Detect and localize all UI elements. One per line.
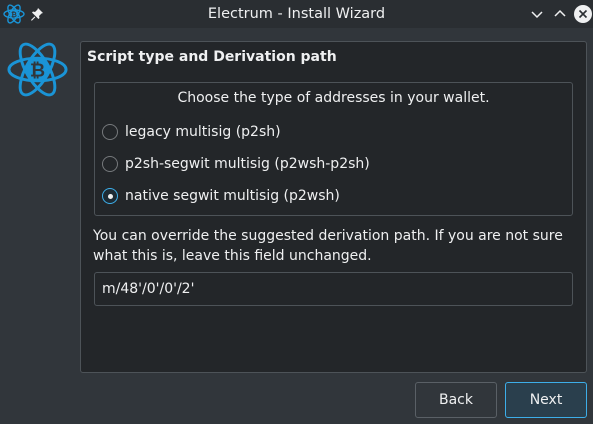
radio-label: native segwit multisig (p2wsh)	[125, 188, 340, 204]
title-bar: ₿ Electrum - Install Wizard	[0, 0, 593, 28]
radio-label: p2sh-segwit multisig (p2wsh-p2sh)	[125, 156, 370, 172]
derivation-help-text: You can override the suggested derivatio…	[93, 228, 563, 264]
address-type-prompt: Choose the type of addresses in your wal…	[177, 90, 490, 106]
radio-label: legacy multisig (p2sh)	[125, 124, 281, 140]
radio-button[interactable]	[102, 124, 118, 140]
radio-button[interactable]	[102, 156, 118, 172]
minimize-icon[interactable]	[529, 6, 545, 22]
back-button[interactable]: Back	[415, 382, 497, 418]
close-icon[interactable]	[574, 5, 592, 23]
maximize-icon[interactable]	[552, 6, 568, 22]
derivation-path-input[interactable]	[94, 272, 573, 306]
next-button[interactable]: Next	[505, 382, 587, 418]
svg-text:₿: ₿	[30, 60, 45, 81]
electrum-logo-icon: ₿	[7, 42, 68, 97]
window-title: Electrum - Install Wizard	[207, 6, 386, 22]
page-title: Script type and Derivation path	[87, 49, 337, 65]
radio-button-checked[interactable]	[102, 188, 118, 204]
